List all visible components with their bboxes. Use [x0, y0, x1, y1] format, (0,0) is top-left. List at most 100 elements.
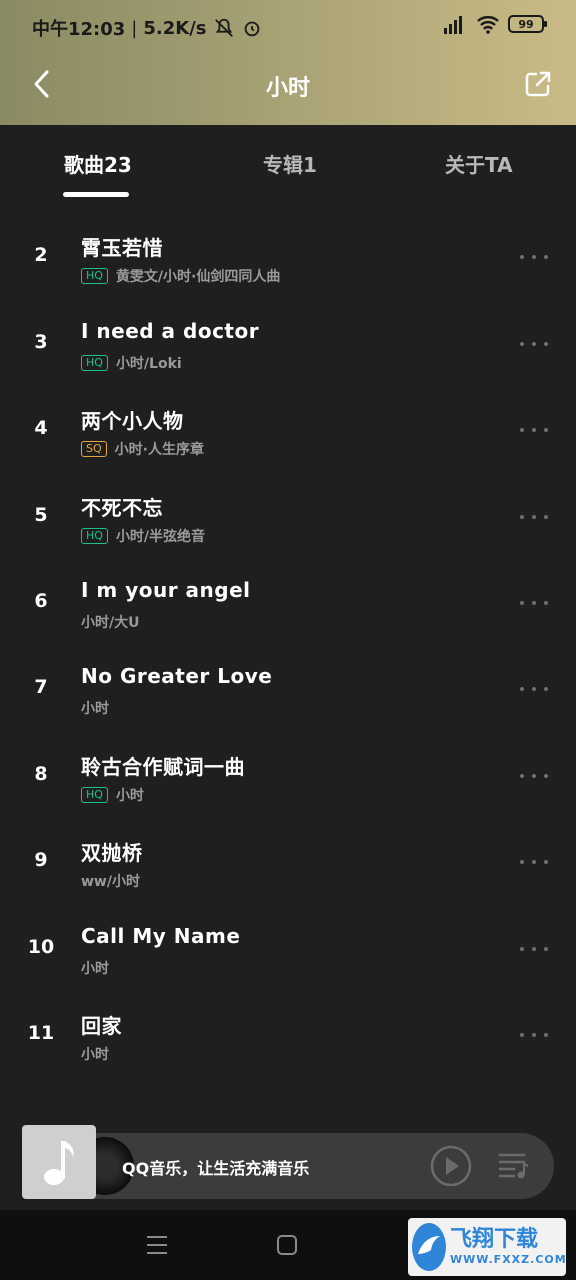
music-note-icon — [44, 1141, 74, 1185]
song-index: 7 — [34, 676, 48, 699]
title-bar: 小时 — [0, 56, 576, 116]
song-subtitle: HQ 小时 — [81, 785, 144, 805]
status-network-speed: 5.2K/s — [143, 17, 207, 39]
more-options-icon[interactable] — [520, 510, 548, 524]
song-index: 2 — [34, 244, 48, 267]
mini-player-text: QQ音乐，让生活充满音乐 — [122, 1159, 310, 1178]
share-button[interactable] — [520, 66, 556, 102]
playlist-icon — [498, 1153, 529, 1179]
playlist-button[interactable] — [496, 1147, 532, 1183]
song-subtitle: 小时 — [81, 698, 109, 718]
quality-badge: HQ — [81, 527, 108, 544]
home-icon[interactable] — [276, 1234, 298, 1256]
song-subtitle: HQ 小时/半弦绝音 — [81, 526, 205, 546]
song-row[interactable]: 3 I need a doctor HQ 小时/Loki — [0, 303, 576, 389]
song-subtitle: SQ 小时·人生序章 — [81, 439, 204, 459]
song-row[interactable]: 5 不死不忘 HQ 小时/半弦绝音 — [0, 476, 576, 562]
song-index: 8 — [34, 762, 48, 785]
watermark: 飞翔下载 WWW.FXXZ.COM — [408, 1218, 566, 1276]
song-row[interactable]: 2 霄玉若惜 HQ 黄雯文/小时·仙剑四同人曲 — [0, 216, 576, 302]
song-subtitle: 小时 — [81, 1044, 109, 1064]
status-bar: 中午12:03 | 5.2K/s 99 — [0, 0, 576, 56]
header: 中午12:03 | 5.2K/s 99 小时 — [0, 0, 576, 125]
song-title: 两个小人物 — [81, 409, 184, 434]
watermark-url: WWW.FXXZ.COM — [450, 1253, 567, 1266]
song-subtitle: 小时/大U — [81, 612, 139, 632]
song-artist: 小时 — [81, 960, 109, 977]
song-artist: 小时 — [81, 1046, 109, 1063]
song-title: 不死不忘 — [81, 495, 163, 520]
quality-badge: SQ — [81, 441, 107, 458]
more-options-icon[interactable] — [520, 596, 548, 610]
share-icon — [525, 71, 551, 97]
more-options-icon[interactable] — [520, 769, 548, 783]
song-title: 聆古合作赋词一曲 — [81, 754, 245, 779]
recents-menu-icon[interactable] — [145, 1234, 169, 1256]
quality-badge: HQ — [81, 354, 108, 371]
watermark-brand: 飞翔下载 — [450, 1227, 539, 1252]
mute-icon — [214, 18, 233, 37]
tab-songs[interactable]: 歌曲23 — [64, 149, 132, 178]
battery-icon: 99 — [508, 15, 547, 33]
song-index: 6 — [34, 589, 48, 612]
song-row[interactable]: 11 回家小时 — [0, 994, 576, 1080]
song-row[interactable]: 6 I m your angel 小时/大U — [0, 562, 576, 648]
song-title: 回家 — [81, 1013, 122, 1038]
song-row[interactable]: 1Hi-Res鹿暖倾城/小时·半阙相思 — [0, 200, 576, 216]
quality-badge: HQ — [81, 268, 108, 285]
song-artist: 小时/Loki — [115, 355, 182, 372]
play-icon — [430, 1145, 472, 1187]
song-row[interactable]: 9 双抛桥 ww/小时 — [0, 821, 576, 907]
song-title: I m your angel — [81, 577, 251, 602]
song-row[interactable]: 10 Call My Name 小时 — [0, 908, 576, 994]
more-options-icon[interactable] — [520, 855, 548, 869]
song-index: 9 — [34, 849, 48, 872]
song-index: 10 — [27, 935, 55, 958]
song-artist: 小时·人生序章 — [114, 442, 204, 459]
page-title: 小时 — [265, 76, 310, 101]
more-options-icon[interactable] — [520, 337, 548, 351]
song-row[interactable]: 4 两个小人物 SQ 小时·人生序章 — [0, 389, 576, 475]
song-row[interactable]: 7 No Greater Love 小时 — [0, 648, 576, 734]
more-options-icon[interactable] — [520, 423, 548, 437]
song-title: I need a doctor — [81, 318, 260, 343]
mini-player[interactable]: QQ音乐，让生活充满音乐 — [22, 1125, 554, 1199]
status-time: 中午12:03 — [32, 19, 126, 40]
song-index: 3 — [34, 330, 48, 353]
song-subtitle: ww/小时 — [81, 871, 140, 891]
more-options-icon[interactable] — [520, 682, 548, 696]
song-index: 5 — [34, 503, 48, 526]
battery-level: 99 — [518, 17, 534, 31]
song-artist: ww/小时 — [81, 874, 140, 891]
more-options-icon[interactable] — [520, 1028, 548, 1042]
more-options-icon[interactable] — [520, 250, 548, 264]
song-subtitle: HQ 黄雯文/小时·仙剑四同人曲 — [81, 266, 280, 286]
tab-active-indicator — [63, 192, 129, 197]
tab-bar: 歌曲23 专辑1 关于TA — [0, 125, 576, 200]
alarm-icon — [244, 21, 259, 37]
song-row[interactable]: 8 聆古合作赋词一曲 HQ 小时 — [0, 735, 576, 821]
song-index: 11 — [27, 1021, 55, 1044]
wifi-icon — [477, 16, 499, 34]
song-artist: 小时/大U — [81, 614, 140, 631]
song-artist: 小时 — [115, 787, 144, 804]
watermark-logo-icon — [412, 1223, 446, 1271]
more-options-icon[interactable] — [520, 942, 548, 956]
album-cover — [22, 1125, 96, 1199]
play-button[interactable] — [430, 1145, 472, 1187]
song-subtitle: 小时 — [81, 958, 109, 978]
song-title: 双抛桥 — [81, 841, 143, 866]
song-title: No Greater Love — [81, 664, 273, 689]
signal-icon — [444, 16, 462, 34]
song-subtitle: HQ 小时/Loki — [81, 353, 182, 373]
quality-badge: HQ — [81, 786, 108, 803]
tab-about[interactable]: 关于TA — [445, 149, 513, 178]
song-title: 霄玉若惜 — [81, 236, 163, 261]
song-artist: 小时 — [81, 701, 109, 718]
song-index: 4 — [34, 417, 48, 440]
song-artist: 小时/半弦绝音 — [115, 528, 206, 545]
song-list: 1Hi-Res鹿暖倾城/小时·半阙相思 2 霄玉若惜 HQ 黄雯文/小时·仙剑四同人曲 3… — [0, 200, 576, 1210]
song-title: Call My Name — [81, 923, 241, 948]
song-artist: 黄雯文/小时·仙剑四同人曲 — [115, 269, 281, 286]
tab-albums[interactable]: 专辑1 — [263, 149, 317, 178]
